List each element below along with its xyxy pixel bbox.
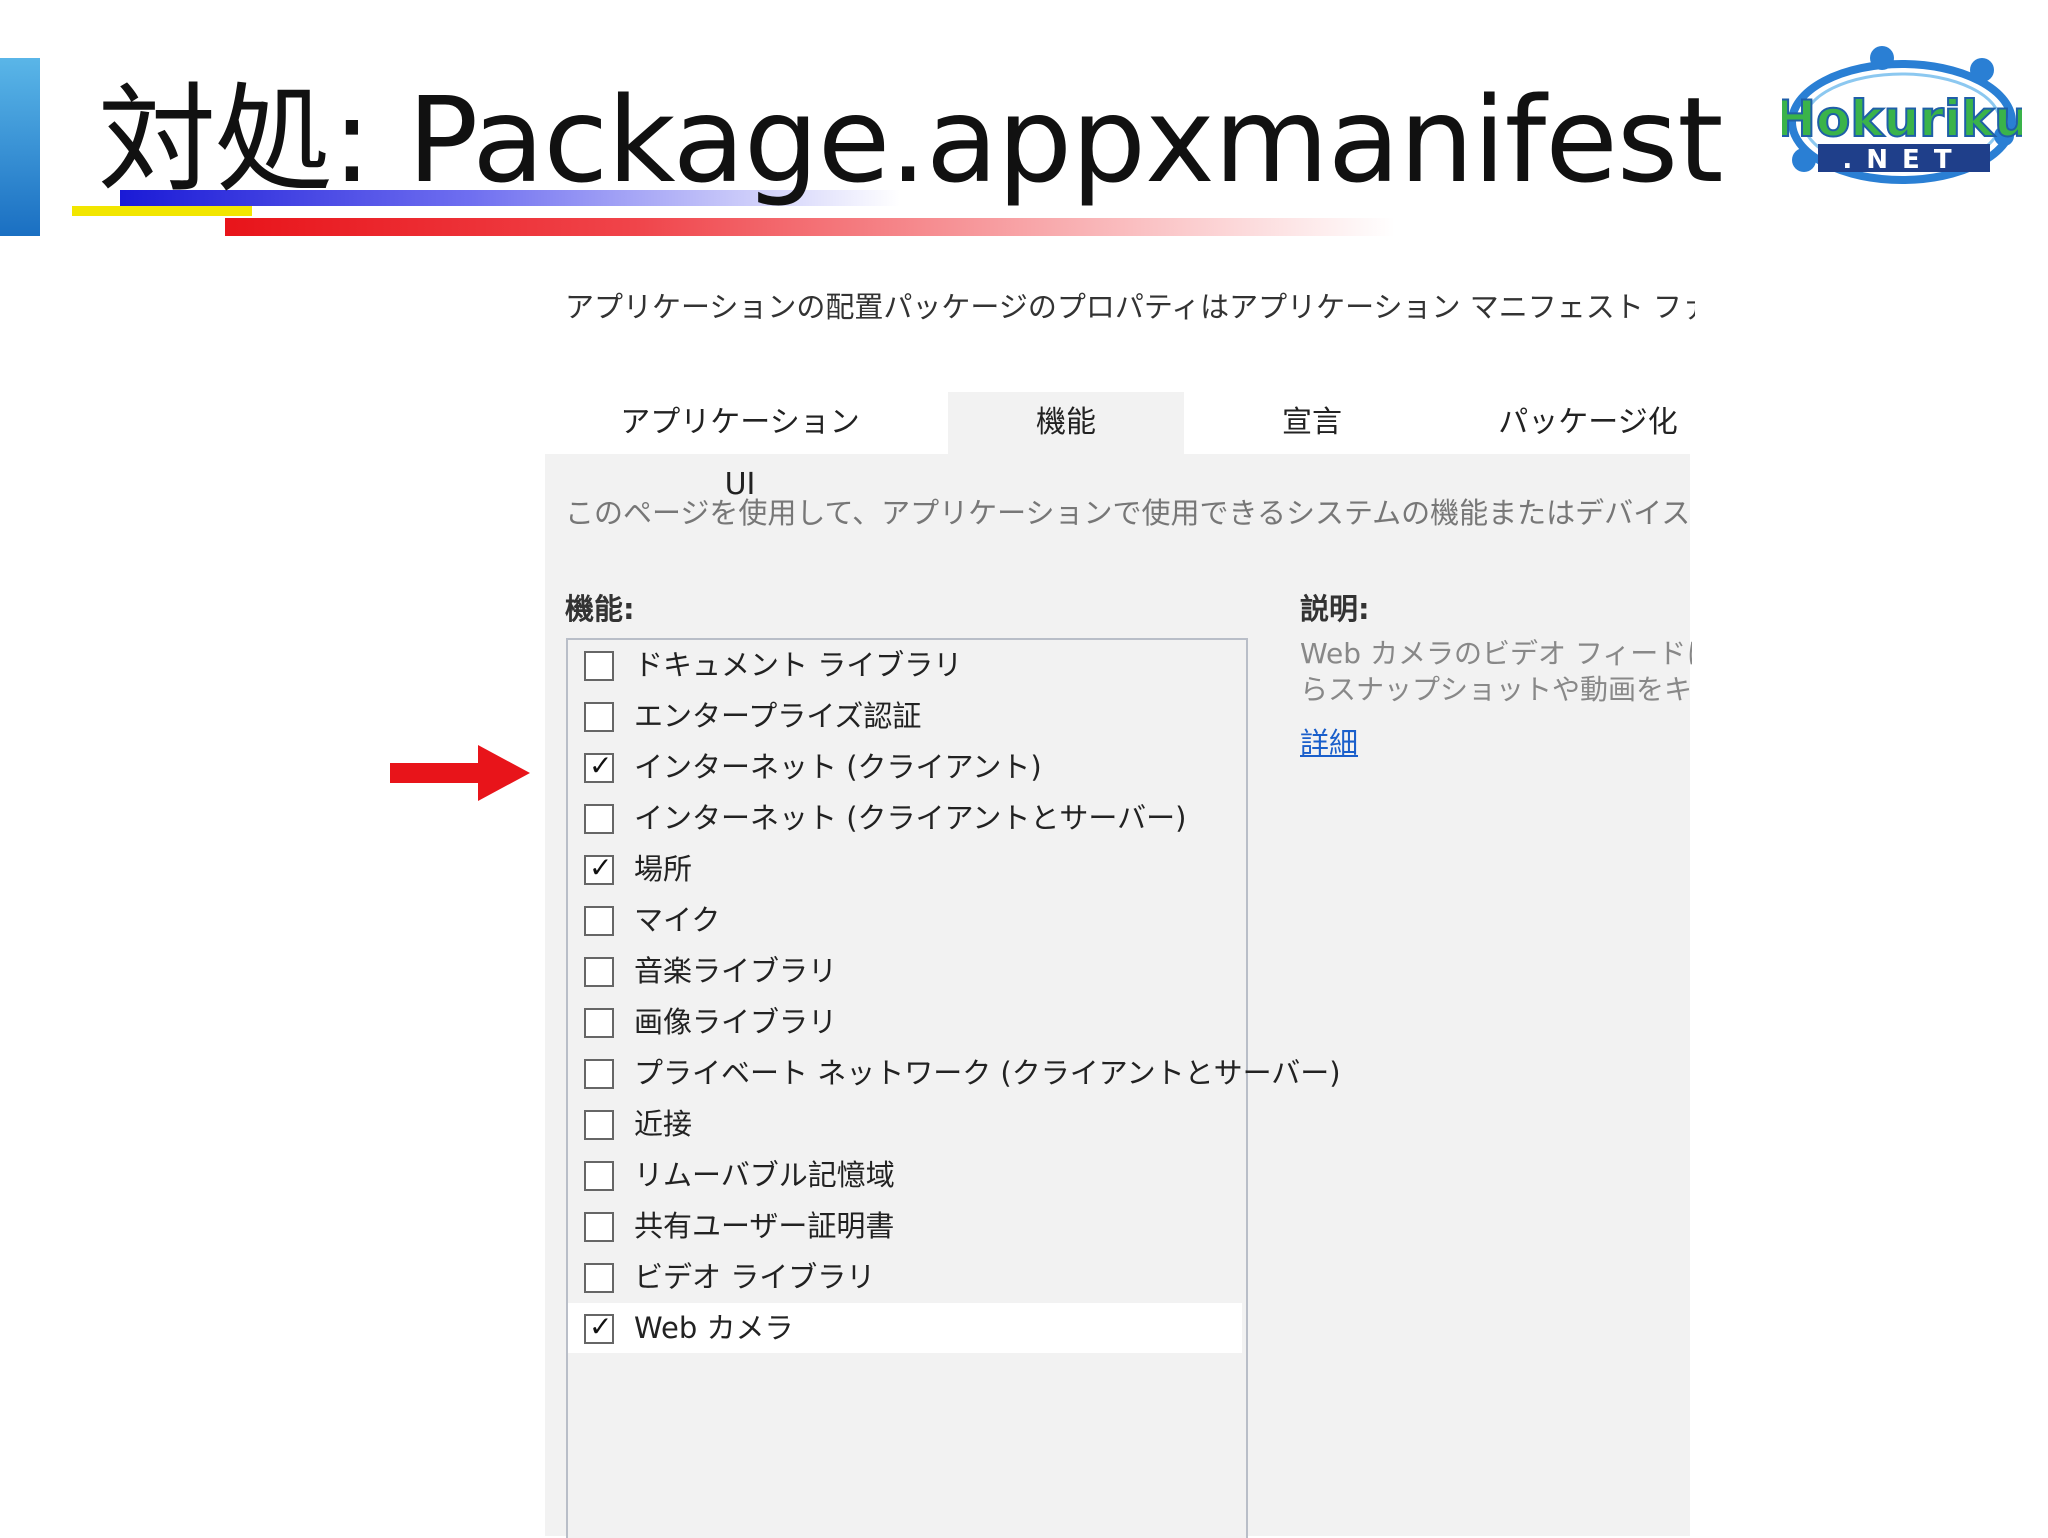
red-arrow-icon (390, 745, 530, 801)
capability-checkbox[interactable] (584, 1161, 614, 1191)
checkmark-icon: ✓ (589, 851, 613, 884)
capability-checkbox[interactable] (584, 906, 614, 936)
description-line-2: らスナップショットや動画をキャプ (1300, 673, 1692, 706)
svg-text:.NET: .NET (1842, 145, 1965, 175)
tab-declarations[interactable]: 宣言 (1212, 392, 1412, 454)
capability-row[interactable]: エンタープライズ認証 (568, 691, 1242, 741)
capability-checkbox[interactable] (584, 1008, 614, 1038)
capability-label: エンタープライズ認証 (634, 699, 922, 733)
checkmark-icon: ✓ (589, 749, 613, 782)
capability-row[interactable]: ビデオ ライブラリ (568, 1252, 1242, 1302)
tab-packaging[interactable]: パッケージ化 (1488, 392, 1688, 454)
capability-row[interactable]: ✓ Web カメラ (568, 1303, 1242, 1353)
capability-row[interactable]: ✓ 場所 (568, 844, 1242, 894)
tab-application-ui[interactable]: アプリケーション UI (605, 392, 875, 502)
details-link[interactable]: 詳細 (1300, 720, 1358, 762)
manifest-intro-text: アプリケーションの配置パッケージのプロパティはアプリケーション マニフェスト フ… (565, 290, 1695, 324)
capability-label: 近接 (634, 1107, 693, 1141)
capability-row[interactable]: 画像ライブラリ (568, 997, 1242, 1047)
capability-row[interactable]: ドキュメント ライブラリ (568, 640, 1242, 690)
capability-label: 共有ユーザー証明書 (634, 1209, 895, 1243)
capability-checkbox[interactable]: ✓ (584, 1310, 614, 1344)
capability-checkbox[interactable] (584, 1059, 614, 1089)
page-description: このページを使用して、アプリケーションで使用できるシステムの機能またはデバイスを… (565, 496, 1690, 530)
capabilities-list[interactable]: ドキュメント ライブラリ エンタープライズ認証 ✓ インターネット (クライアント) イ… (566, 638, 1341, 1538)
capability-row[interactable]: ✓ インターネット (クライアント) (568, 742, 1242, 792)
capability-row[interactable]: リムーバブル記憶域 (568, 1150, 1242, 1200)
checkmark-icon: ✓ (589, 1310, 613, 1343)
capability-label: リムーバブル記憶域 (634, 1158, 895, 1192)
capability-label: 場所 (634, 852, 693, 886)
capability-label: インターネット (クライアントとサーバー) (634, 801, 1187, 835)
capability-label: ビデオ ライブラリ (634, 1260, 876, 1294)
description-heading: 説明: (1300, 592, 1370, 626)
capability-row[interactable]: マイク (568, 895, 1242, 945)
capability-description: Web カメラのビデオ フィードにア らスナップショットや動画をキャプ (1300, 636, 1692, 708)
hokuriku-net-logo: Hokuriku .NET (1782, 46, 2022, 184)
capability-label: 画像ライブラリ (634, 1005, 838, 1039)
capability-row[interactable]: 音楽ライブラリ (568, 946, 1242, 996)
capability-row[interactable]: インターネット (クライアントとサーバー) (568, 793, 1242, 843)
capability-checkbox[interactable] (584, 702, 614, 732)
capability-checkbox[interactable] (584, 1110, 614, 1140)
capability-checkbox[interactable]: ✓ (584, 851, 614, 885)
capabilities-heading: 機能: (565, 592, 635, 626)
capability-label: プライベート ネットワーク (クライアントとサーバー) (634, 1056, 1341, 1090)
capability-checkbox[interactable] (584, 804, 614, 834)
slide-title: 対処: Package.appxmanifest (98, 71, 1724, 209)
title-underline-red (225, 218, 1395, 236)
capability-checkbox[interactable] (584, 651, 614, 681)
capability-label: マイク (634, 903, 721, 937)
capability-row[interactable]: プライベート ネットワーク (クライアントとサーバー) (568, 1048, 1341, 1098)
capability-row[interactable]: 近接 (568, 1099, 1242, 1149)
capability-checkbox[interactable] (584, 1263, 614, 1293)
capability-label: 音楽ライブラリ (634, 954, 838, 988)
capability-checkbox[interactable] (584, 1212, 614, 1242)
description-line-1: Web カメラのビデオ フィードにア (1300, 637, 1692, 670)
slide-accent-bar (0, 58, 40, 236)
capability-checkbox[interactable]: ✓ (584, 749, 614, 783)
svg-text:Hokuriku: Hokuriku (1782, 90, 2022, 148)
capability-checkbox[interactable] (584, 957, 614, 987)
capability-label: Web カメラ (634, 1311, 794, 1345)
capability-label: ドキュメント ライブラリ (634, 648, 963, 682)
capability-label: インターネット (クライアント) (634, 750, 1042, 784)
tab-capabilities[interactable]: 機能 (948, 392, 1184, 454)
capability-row[interactable]: 共有ユーザー証明書 (568, 1201, 1242, 1251)
